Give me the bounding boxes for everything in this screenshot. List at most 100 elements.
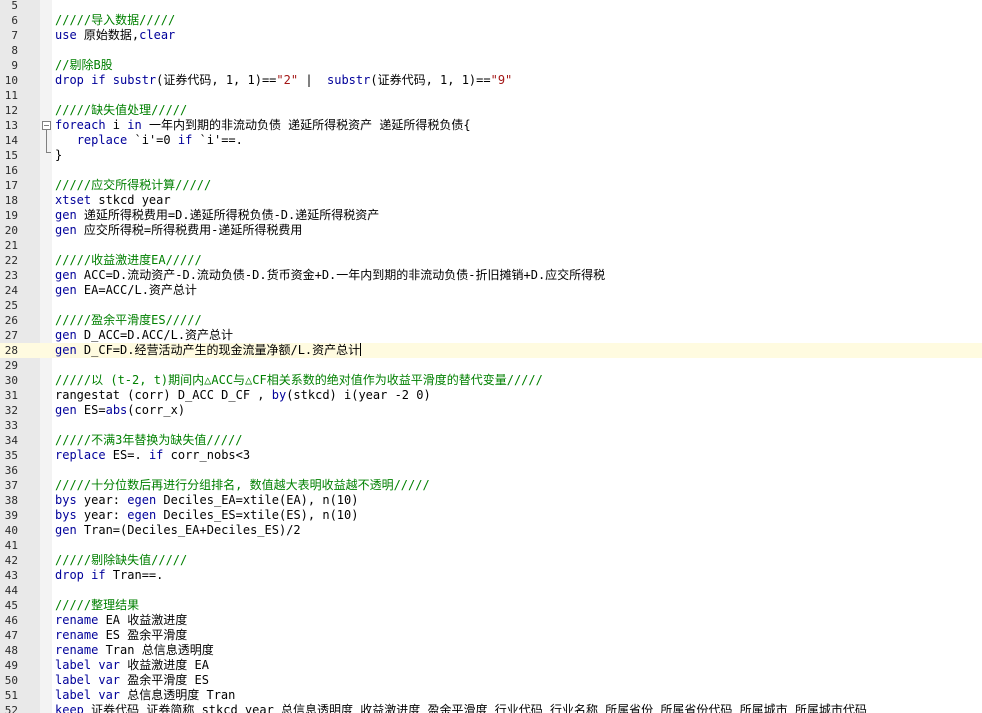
code-line[interactable]: 19 gen 递延所得税费用=D.递延所得税负债-D.递延所得税资产 — [0, 208, 982, 223]
line-code[interactable]: gen Tran=(Deciles_EA+Deciles_ES)/2 — [55, 523, 301, 538]
code-editor[interactable]: 5 6 /////导入数据///// 7 use 原始数据,clear 8 9 //剔除B股 1… — [0, 0, 982, 713]
line-code[interactable]: gen 递延所得税费用=D.递延所得税负债-D.递延所得税资产 — [55, 208, 379, 223]
text-caret — [360, 343, 362, 356]
line-code[interactable]: /////不满3年替换为缺失值///// — [55, 433, 242, 448]
code-line[interactable]: 45 /////整理结果 — [0, 598, 982, 613]
line-code[interactable]: /////整理结果 — [55, 598, 139, 613]
code-line[interactable]: 31 rangestat (corr) D_ACC D_CF , by(stkcd… — [0, 388, 982, 403]
line-code[interactable]: drop if Tran==. — [55, 568, 163, 583]
fold-collapse-icon[interactable] — [42, 121, 51, 130]
line-code[interactable]: gen 应交所得税=所得税费用-递延所得税费用 — [55, 223, 302, 238]
line-code[interactable]: replace ES=. if corr_nobs<3 — [55, 448, 250, 463]
code-line[interactable]: 15} — [0, 148, 982, 163]
code-line[interactable]: 43 drop if Tran==. — [0, 568, 982, 583]
line-code[interactable]: label var 收益激进度 EA — [55, 658, 209, 673]
code-line[interactable]: 26 /////盈余平滑度ES///// — [0, 313, 982, 328]
code-line[interactable]: 20 gen 应交所得税=所得税费用-递延所得税费用 — [0, 223, 982, 238]
line-code[interactable]: rename ES 盈余平滑度 — [55, 628, 187, 643]
code-line[interactable]: 34 /////不满3年替换为缺失值///// — [0, 433, 982, 448]
code-line[interactable]: 10 drop if substr(证券代码, 1, 1)=="2" | subs… — [0, 73, 982, 88]
line-number: 51 — [4, 689, 18, 702]
code-line[interactable]: 33 — [0, 418, 982, 433]
keyword-token: gen — [55, 208, 77, 222]
line-code[interactable]: /////收益激进度EA///// — [55, 253, 202, 268]
code-line[interactable]: 30 /////以 (t-2, t)期间内△ACC与△CF相关系数的绝对值作为收益… — [0, 373, 982, 388]
code-line[interactable]: 36 — [0, 463, 982, 478]
line-code[interactable]: gen EA=ACC/L.资产总计 — [55, 283, 197, 298]
line-code[interactable]: /////以 (t-2, t)期间内△ACC与△CF相关系数的绝对值作为收益平滑… — [55, 373, 543, 388]
keyword-token: rename — [55, 613, 99, 627]
line-code[interactable]: rangestat (corr) D_ACC D_CF , by(stkcd) … — [55, 388, 431, 403]
line-code[interactable]: /////导入数据///// — [55, 13, 175, 28]
keyword-token: use — [55, 28, 77, 42]
code-line[interactable]: 5 — [0, 0, 982, 13]
line-code[interactable]: foreach i in 一年内到期的非流动负债 递延所得税资产 递延所得税负债… — [55, 118, 471, 133]
code-line[interactable]: 23 gen ACC=D.流动资产-D.流动负债-D.货币资金+D.一年内到期的非… — [0, 268, 982, 283]
line-code[interactable]: label var 盈余平滑度 ES — [55, 673, 209, 688]
code-token: `i'==. — [192, 133, 243, 147]
line-code[interactable]: bys year: egen Deciles_ES=xtile(ES), n(1… — [55, 508, 358, 523]
code-line[interactable]: 18 xtset stkcd year — [0, 193, 982, 208]
line-code[interactable]: xtset stkcd year — [55, 193, 171, 208]
code-line[interactable]: 44 — [0, 583, 982, 598]
code-line[interactable]: 12 /////缺失值处理///// — [0, 103, 982, 118]
code-line[interactable]: 48 rename Tran 总信息透明度 — [0, 643, 982, 658]
line-code[interactable]: replace `i'=0 if `i'==. — [55, 133, 243, 148]
line-code[interactable]: gen D_CF=D.经营活动产生的现金流量净额/L.资产总计 — [55, 343, 362, 358]
code-line[interactable]: 16 — [0, 163, 982, 178]
line-code[interactable]: } — [55, 148, 62, 163]
code-line[interactable]: 47 rename ES 盈余平滑度 — [0, 628, 982, 643]
code-line[interactable]: 41 — [0, 538, 982, 553]
code-line[interactable]: 51 label var 总信息透明度 Tran — [0, 688, 982, 703]
code-line[interactable]: 17 /////应交所得税计算///// — [0, 178, 982, 193]
code-line[interactable]: 29 — [0, 358, 982, 373]
code-line[interactable]: 39 bys year: egen Deciles_ES=xtile(ES), n… — [0, 508, 982, 523]
code-line[interactable]: 22 /////收益激进度EA///// — [0, 253, 982, 268]
code-line[interactable]: 35 replace ES=. if corr_nobs<3 — [0, 448, 982, 463]
code-line[interactable]: 38 bys year: egen Deciles_EA=xtile(EA), n… — [0, 493, 982, 508]
line-code[interactable]: /////缺失值处理///// — [55, 103, 187, 118]
code-line[interactable]: 50 label var 盈余平滑度 ES — [0, 673, 982, 688]
line-code[interactable]: //剔除B股 — [55, 58, 113, 73]
code-line[interactable]: 11 — [0, 88, 982, 103]
code-line[interactable]: 49 label var 收益激进度 EA — [0, 658, 982, 673]
code-line[interactable]: 9 //剔除B股 — [0, 58, 982, 73]
code-line[interactable]: 28 gen D_CF=D.经营活动产生的现金流量净额/L.资产总计 — [0, 343, 982, 358]
code-line[interactable]: 42 /////剔除缺失值///// — [0, 553, 982, 568]
line-code[interactable]: /////盈余平滑度ES///// — [55, 313, 202, 328]
code-line[interactable]: 40 gen Tran=(Deciles_EA+Deciles_ES)/2 — [0, 523, 982, 538]
code-lines[interactable]: 5 6 /////导入数据///// 7 use 原始数据,clear 8 9 //剔除B股 1… — [0, 0, 982, 713]
code-line[interactable]: 52 keep 证券代码 证券简称 stkcd year 总信息透明度 收益激进度… — [0, 703, 982, 713]
code-line[interactable]: 13 foreach i in 一年内到期的非流动负债 递延所得税资产 递延所得税… — [0, 118, 982, 133]
keyword-token: egen — [127, 508, 157, 522]
code-line[interactable]: 6 /////导入数据///// — [0, 13, 982, 28]
line-code[interactable]: keep 证券代码 证券简称 stkcd year 总信息透明度 收益激进度 盈… — [55, 703, 867, 713]
line-code[interactable]: gen D_ACC=D.ACC/L.资产总计 — [55, 328, 233, 343]
code-line[interactable]: 27 gen D_ACC=D.ACC/L.资产总计 — [0, 328, 982, 343]
code-line[interactable]: 24 gen EA=ACC/L.资产总计 — [0, 283, 982, 298]
code-line[interactable]: 7 use 原始数据,clear — [0, 28, 982, 43]
code-line[interactable]: 25 — [0, 298, 982, 313]
line-code[interactable]: rename Tran 总信息透明度 — [55, 643, 214, 658]
keyword-token: gen — [55, 403, 77, 417]
code-line[interactable]: 14 replace `i'=0 if `i'==. — [0, 133, 982, 148]
line-code[interactable]: use 原始数据,clear — [55, 28, 175, 43]
line-code[interactable]: /////剔除缺失值///// — [55, 553, 187, 568]
line-code[interactable]: gen ACC=D.流动资产-D.流动负债-D.货币资金+D.一年内到期的非流动… — [55, 268, 605, 283]
line-code[interactable]: bys year: egen Deciles_EA=xtile(EA), n(1… — [55, 493, 358, 508]
comment-token: /////剔除缺失值///// — [55, 553, 188, 567]
code-line[interactable]: 21 — [0, 238, 982, 253]
line-code[interactable]: gen ES=abs(corr_x) — [55, 403, 185, 418]
line-code[interactable]: /////应交所得税计算///// — [55, 178, 211, 193]
code-line[interactable]: 32 gen ES=abs(corr_x) — [0, 403, 982, 418]
code-line[interactable]: 37 /////十分位数后再进行分组排名, 数值越大表明收益越不透明///// — [0, 478, 982, 493]
code-line[interactable]: 46 rename EA 收益激进度 — [0, 613, 982, 628]
keyword-token: bys — [55, 508, 77, 522]
code-line[interactable]: 8 — [0, 43, 982, 58]
line-code[interactable]: rename EA 收益激进度 — [55, 613, 187, 628]
line-code[interactable]: drop if substr(证券代码, 1, 1)=="2" | substr… — [55, 73, 512, 88]
line-code[interactable]: /////十分位数后再进行分组排名, 数值越大表明收益越不透明///// — [55, 478, 430, 493]
code-token: ES 盈余平滑度 — [98, 628, 188, 642]
code-token: Deciles_ES=xtile(ES), n(10) — [156, 508, 359, 522]
line-code[interactable]: label var 总信息透明度 Tran — [55, 688, 235, 703]
